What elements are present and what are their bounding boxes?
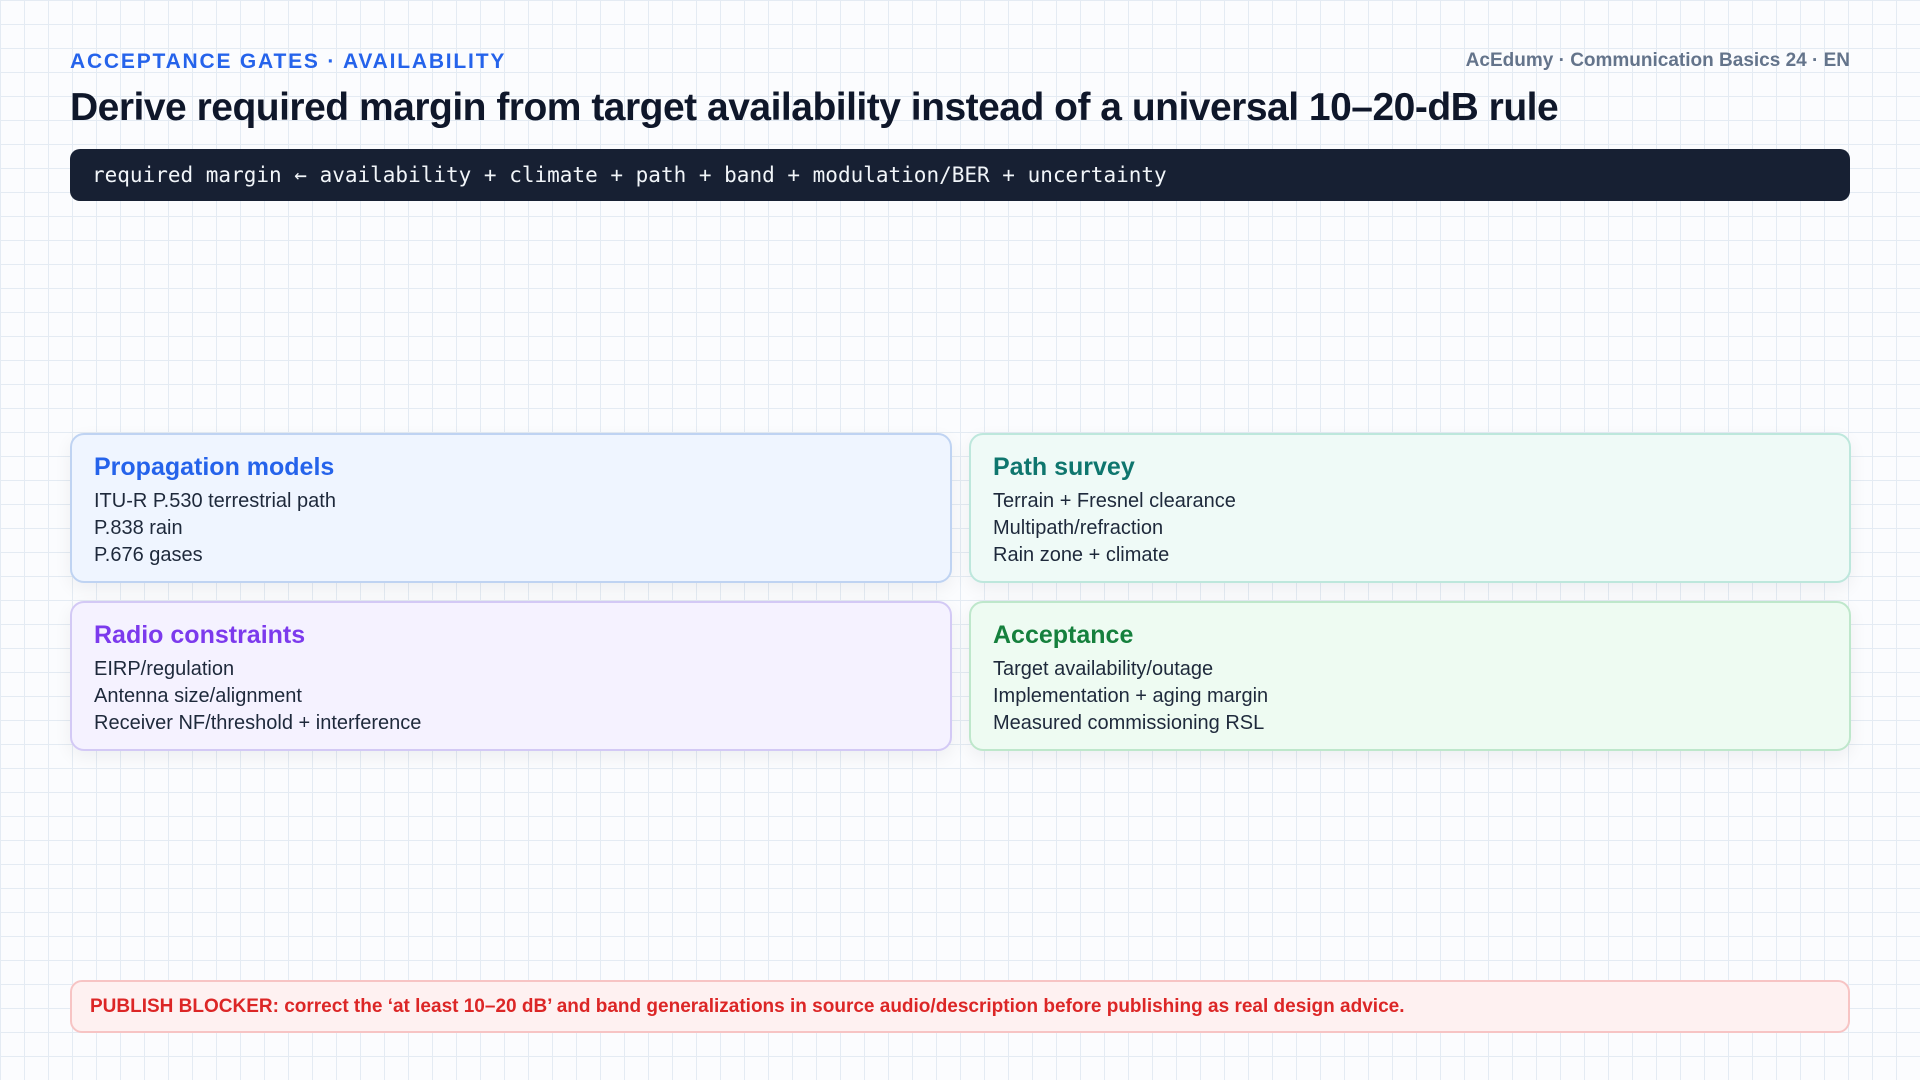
- card-line: Target availability/outage: [993, 658, 1214, 680]
- card-line: Measured commissioning RSL: [993, 712, 1265, 734]
- card-title: Path survey: [993, 453, 1135, 481]
- card-path-survey: Path survey Terrain + Fresnel clearance …: [969, 433, 1851, 583]
- card-title: Propagation models: [94, 453, 335, 481]
- brand-label: AcEdumy · Communication Basics 24 · EN: [1465, 50, 1850, 71]
- card-line: Multipath/refraction: [993, 517, 1164, 539]
- eyebrow-label: ACCEPTANCE GATES · AVAILABILITY: [70, 50, 507, 73]
- card-line: ITU-R P.530 terrestrial path: [94, 490, 336, 512]
- card-title: Acceptance: [993, 621, 1134, 649]
- card-acceptance: Acceptance Target availability/outage Im…: [969, 601, 1851, 751]
- publish-blocker-banner: PUBLISH BLOCKER: correct the ‘at least 1…: [70, 980, 1850, 1033]
- formula-bar: required margin ← availability + climate…: [70, 149, 1850, 201]
- card-line: Implementation + aging margin: [993, 685, 1269, 707]
- card-radio-constraints: Radio constraints EIRP/regulation Antenn…: [70, 601, 952, 751]
- page-title: Derive required margin from target avail…: [70, 86, 1559, 129]
- card-line: Terrain + Fresnel clearance: [993, 490, 1236, 512]
- card-title: Radio constraints: [94, 621, 306, 649]
- card-line: Antenna size/alignment: [94, 685, 302, 707]
- card-line: P.676 gases: [94, 544, 203, 566]
- card-line: Rain zone + climate: [993, 544, 1170, 566]
- card-propagation-models: Propagation models ITU-R P.530 terrestri…: [70, 433, 952, 583]
- card-line: P.838 rain: [94, 517, 183, 539]
- card-line: Receiver NF/threshold + interference: [94, 712, 422, 734]
- card-line: EIRP/regulation: [94, 658, 235, 680]
